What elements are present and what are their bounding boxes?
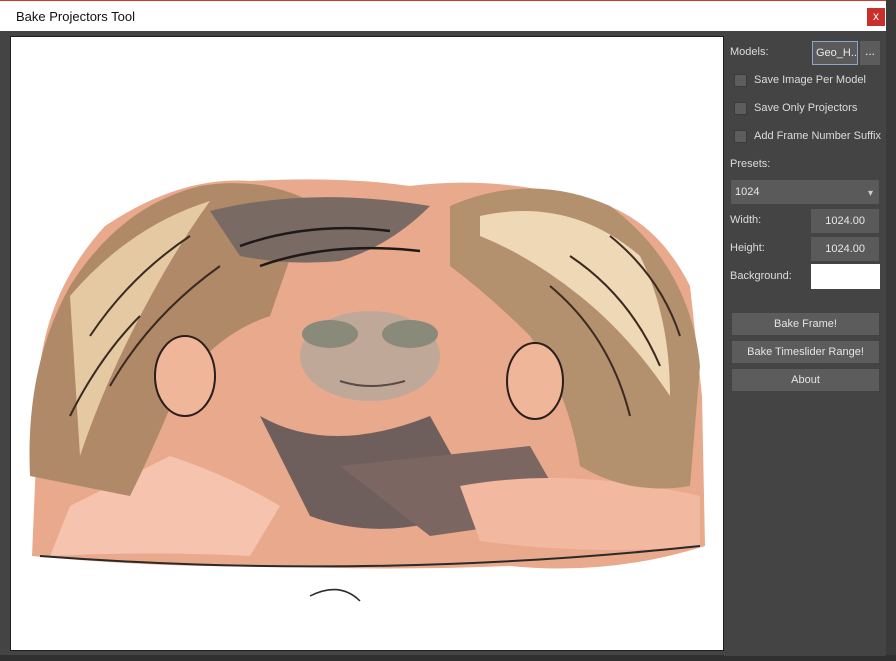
- save-image-per-model-checkbox[interactable]: [734, 74, 747, 87]
- texture-bottom-stroke: [309, 588, 361, 602]
- texture-ear-right: [506, 342, 564, 420]
- presets-label: Presets:: [730, 158, 771, 170]
- settings-panel: Models: Geo_H... ... Save Image Per Mode…: [724, 31, 886, 656]
- models-label: Models:: [730, 46, 769, 58]
- models-field[interactable]: Geo_H...: [812, 41, 858, 65]
- presets-value: 1024: [735, 186, 760, 198]
- window-title: Bake Projectors Tool: [16, 9, 135, 24]
- height-field[interactable]: 1024.00: [811, 237, 879, 261]
- bake-frame-button[interactable]: Bake Frame!: [732, 313, 879, 335]
- title-bar[interactable]: Bake Projectors Tool x: [0, 1, 886, 31]
- width-field[interactable]: 1024.00: [811, 209, 879, 233]
- texture-face-right-eye: [382, 320, 438, 348]
- bake-projectors-window: Bake Projectors Tool x Models: Geo_H... …: [0, 0, 886, 656]
- height-label: Height:: [730, 242, 765, 254]
- texture-face-left-eye: [302, 320, 358, 348]
- chevron-down-icon: ▾: [867, 188, 873, 199]
- save-image-per-model-label: Save Image Per Model: [754, 74, 866, 86]
- background-app: [886, 0, 896, 661]
- add-frame-number-suffix-label: Add Frame Number Suffix: [754, 130, 881, 142]
- width-label: Width:: [730, 214, 762, 226]
- texture-skin-light: [460, 478, 700, 550]
- background-label: Background:: [730, 270, 792, 282]
- texture-ear-left: [154, 335, 216, 417]
- presets-dropdown[interactable]: 1024 ▾: [731, 180, 879, 204]
- models-browse-button[interactable]: ...: [860, 41, 880, 65]
- save-only-projectors-checkbox[interactable]: [734, 102, 747, 115]
- about-button[interactable]: About: [732, 369, 879, 391]
- add-frame-number-suffix-checkbox[interactable]: [734, 130, 747, 143]
- bake-timeslider-range-button[interactable]: Bake Timeslider Range!: [732, 341, 879, 363]
- background-color-swatch[interactable]: [811, 264, 880, 289]
- close-button[interactable]: x: [867, 8, 885, 26]
- save-only-projectors-label: Save Only Projectors: [754, 102, 858, 114]
- baked-texture-preview: [29, 179, 705, 602]
- bake-preview-viewport[interactable]: [10, 36, 724, 651]
